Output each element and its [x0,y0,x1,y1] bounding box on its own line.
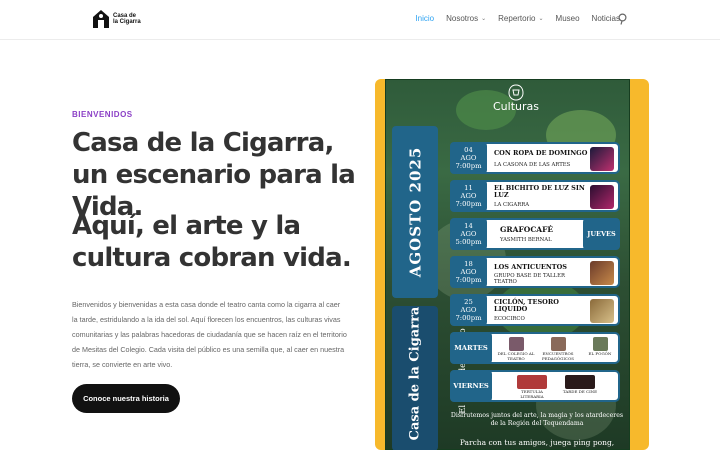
poster-image: Culturas AGOSTO 2025 04 AGO 7:00pm CON R… [385,79,630,450]
event-day: 11 [464,184,473,192]
hero-subtitle: Aquí, el arte y la cultura cobran vida. [72,211,352,273]
event-time: 7:00pm [455,200,482,208]
event-thumbnail [590,299,614,323]
event-day: 04 [464,146,473,154]
nav-label: Repertorio [498,14,536,23]
poster-event: 18 AGO 7:00pm LOS ANTICUENTOS GRUPO BASE… [450,256,620,288]
weekly-row: MARTES DEL COLEGIO AL TEATRO ENCUENTROS … [450,332,620,364]
nav-item-nosotros[interactable]: Nosotros ⌄ [446,14,486,23]
nav-item-inicio[interactable]: Inicio [415,14,434,23]
poster-event: 04 AGO 7:00pm CON ROPA DE DOMINGO LA CAS… [450,142,620,174]
activity-image [565,375,595,389]
event-thumbnail [590,147,614,171]
event-day: 25 [464,298,473,306]
poster-event: 25 AGO 7:00pm CICLÓN, TESORO LIQUIDO ECO… [450,294,620,326]
weekly-row: VIERNES TERTULIA LITERARIA TARDE DE CINE [450,370,620,402]
event-date: 14 AGO 5:00pm [450,218,487,250]
event-subtitle: LA CIGARRA [494,202,530,208]
event-subtitle: GRUPO BASE DE TALLER TEATRO [494,273,565,285]
event-title: GRAFOCAFÉ [500,225,554,234]
site-header: Casa de la Cigarra Inicio Nosotros ⌄ Repe… [0,0,720,40]
poster-banner: Disfrutemos juntos del arte, la magia y … [450,412,624,427]
weekly-activity: EL FOGÓN [580,337,620,357]
poster-side-text: Casa de la Cigarra El teatro del pueblo [392,306,469,450]
hero-paragraph: Bienvenidos y bienvenidas a esta casa do… [72,300,347,369]
event-title: CON ROPA DE DOMINGO [494,149,588,157]
event-poster: Culturas AGOSTO 2025 04 AGO 7:00pm CON R… [375,79,649,450]
event-time: 7:00pm [455,314,482,322]
conoce-historia-button[interactable]: Conoce nuestra historia [72,384,180,413]
weekly-activity: TERTULIA LITERARIA [512,375,552,399]
activity-label: ENCUENTROS PEDAGÓGICOS [541,351,575,361]
month-label: AGOSTO 2025 [406,146,425,278]
event-thumbnail [590,261,614,285]
site-logo[interactable]: Casa de la Cigarra [92,9,149,29]
hero-eyebrow: BIENVENIDOS [72,110,133,119]
weekly-day: MARTES [450,332,492,364]
nav-label: Nosotros [446,14,479,23]
event-date: 25 AGO 7:00pm [450,294,487,326]
hero-title: Casa de la Cigarra, un escenario para la… [72,128,356,222]
event-subtitle: LA CASONA DE LAS ARTES [494,162,571,168]
event-date: 04 AGO 7:00pm [450,142,487,174]
event-day: 18 [464,260,473,268]
chevron-down-icon: ⌄ [538,16,544,22]
event-date: 11 AGO 7:00pm [450,180,487,212]
event-time: 5:00pm [455,238,482,246]
weekly-activity: ENCUENTROS PEDAGÓGICOS [538,337,578,361]
poster-month: AGOSTO 2025 [392,126,438,298]
poster-brand: Culturas [493,100,539,113]
event-title: CICLÓN, TESORO LIQUIDO [494,298,559,313]
poster-event: 14 AGO 5:00pm GRAFOCAFÉ YASMITH BERNAL J… [450,218,620,250]
activity-label: DEL COLEGIO AL TEATRO [497,351,535,361]
activity-label: TERTULIA LITERARIA [520,389,544,399]
event-date: 18 AGO 7:00pm [450,256,487,288]
event-title: LOS ANTICUENTOS [494,263,567,271]
event-day-tag: JUEVES [583,218,620,250]
poster-banner: Parcha con tus amigos, juega ping pong, [459,438,615,447]
activity-image [550,337,566,351]
search-icon[interactable] [618,13,628,25]
logo-text: Casa de la Cigarra [113,13,149,25]
event-month: AGO [460,268,477,276]
activity-label: TARDE DE CINE [562,389,598,394]
logo-text-line2: la Cigarra [113,19,141,25]
event-subtitle: ECOCIRCO [494,316,525,322]
event-subtitle: YASMITH BERNAL [500,237,552,243]
nav-item-noticias[interactable]: Noticias [592,14,620,23]
event-month: AGO [460,154,477,162]
activity-image [508,337,524,351]
nav-label: Museo [555,14,580,23]
weekly-activity: DEL COLEGIO AL TEATRO [496,337,536,361]
event-day: 14 [464,222,473,230]
event-month: AGO [460,230,477,238]
event-time: 7:00pm [455,162,482,170]
weekly-day: VIERNES [450,370,492,402]
activity-image [517,375,547,389]
event-thumbnail [590,185,614,209]
event-month: AGO [460,306,477,314]
weekly-activity: TARDE DE CINE [560,375,600,395]
event-month: AGO [460,192,477,200]
activity-label: EL FOGÓN [588,351,612,356]
activity-image [592,337,608,351]
main-nav: Inicio Nosotros ⌄ Repertorio ⌄ Museo Notic… [403,14,620,23]
nav-item-repertorio[interactable]: Repertorio ⌄ [498,14,543,23]
event-time: 7:00pm [455,276,482,284]
chevron-down-icon: ⌄ [481,16,487,22]
side-title: Casa de la Cigarra [407,306,423,441]
poster-event: 11 AGO 7:00pm EL BICHITO DE LUZ SIN LUZ … [450,180,620,212]
nav-label: Inicio [415,14,435,23]
house-logo-icon [93,10,109,28]
event-title: EL BICHITO DE LUZ SIN LUZ [494,184,585,199]
nav-label: Noticias [591,14,620,23]
nav-item-museo[interactable]: Museo [556,14,580,23]
culturas-logo-icon [508,84,524,101]
